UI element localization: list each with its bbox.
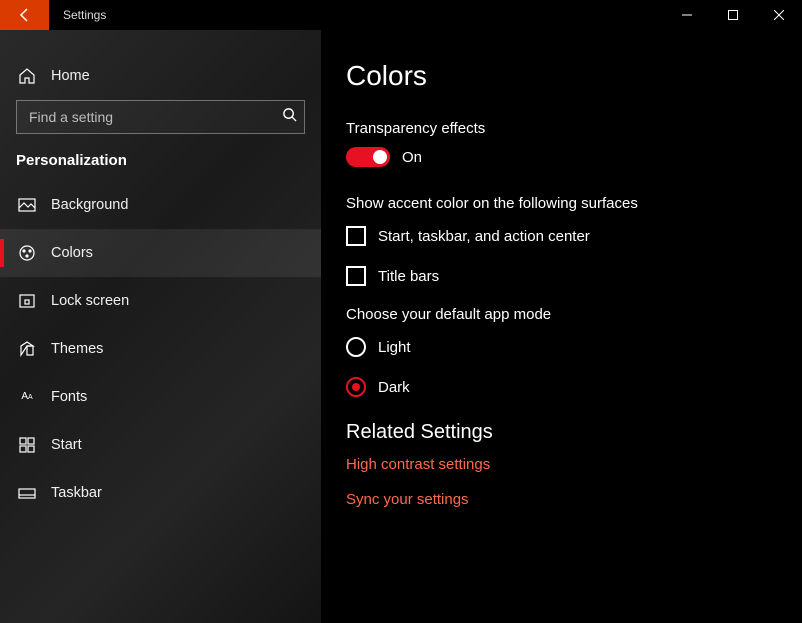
- transparency-label: Transparency effects: [346, 120, 802, 137]
- sidebar-home-label: Home: [51, 68, 90, 84]
- transparency-toggle-row: On: [346, 147, 802, 167]
- maximize-button[interactable]: [710, 0, 756, 30]
- sidebar-item-start[interactable]: Start: [0, 421, 321, 469]
- sidebar-home[interactable]: Home: [0, 52, 321, 100]
- app-mode-label: Dark: [378, 379, 410, 396]
- taskbar-icon: [17, 483, 37, 503]
- sidebar-item-colors[interactable]: Colors: [0, 229, 321, 277]
- transparency-toggle[interactable]: [346, 147, 390, 167]
- themes-icon: [17, 339, 37, 359]
- app-mode-label: Light: [378, 339, 411, 356]
- app-body: Home Personalization Background: [0, 30, 802, 623]
- app-title: Settings: [49, 0, 106, 30]
- sidebar-item-taskbar[interactable]: Taskbar: [0, 469, 321, 517]
- accent-check-start[interactable]: Start, taskbar, and action center: [346, 226, 802, 246]
- link-high-contrast[interactable]: High contrast settings: [346, 456, 802, 473]
- app-mode-heading: Choose your default app mode: [346, 306, 802, 323]
- picture-icon: [17, 195, 37, 215]
- sidebar-item-fonts[interactable]: AA Fonts: [0, 373, 321, 421]
- sidebar-item-label: Lock screen: [51, 293, 129, 309]
- radio-icon: [346, 337, 366, 357]
- sidebar: Home Personalization Background: [0, 30, 321, 623]
- link-sync-settings[interactable]: Sync your settings: [346, 491, 802, 508]
- close-icon: [774, 10, 784, 20]
- related-settings-heading: Related Settings: [346, 421, 802, 444]
- close-button[interactable]: [756, 0, 802, 30]
- transparency-state: On: [402, 149, 422, 166]
- lockscreen-icon: [17, 291, 37, 311]
- maximize-icon: [728, 10, 738, 20]
- search-icon[interactable]: [282, 107, 297, 127]
- sidebar-item-background[interactable]: Background: [0, 181, 321, 229]
- checkbox-icon: [346, 226, 366, 246]
- back-arrow-icon: [17, 7, 33, 23]
- minimize-icon: [682, 10, 692, 20]
- sidebar-item-label: Themes: [51, 341, 103, 357]
- palette-icon: [17, 243, 37, 263]
- page-title: Colors: [346, 60, 802, 92]
- search-container: [0, 100, 321, 152]
- minimize-button[interactable]: [664, 0, 710, 30]
- settings-window: Settings Home: [0, 0, 802, 623]
- accent-check-titlebars[interactable]: Title bars: [346, 266, 802, 286]
- sidebar-item-label: Taskbar: [51, 485, 102, 501]
- content-pane: Colors Transparency effects On Show acce…: [321, 30, 802, 623]
- accent-option-label: Title bars: [378, 268, 439, 285]
- radio-icon: [346, 377, 366, 397]
- sidebar-item-label: Fonts: [51, 389, 87, 405]
- app-mode-light[interactable]: Light: [346, 337, 802, 357]
- checkbox-icon: [346, 266, 366, 286]
- sidebar-item-themes[interactable]: Themes: [0, 325, 321, 373]
- app-mode-dark[interactable]: Dark: [346, 377, 802, 397]
- back-button[interactable]: [0, 0, 49, 30]
- sidebar-item-label: Start: [51, 437, 82, 453]
- toggle-knob: [373, 150, 387, 164]
- sidebar-item-label: Colors: [51, 245, 93, 261]
- title-bar: Settings: [0, 0, 802, 30]
- fonts-icon: AA: [17, 387, 37, 407]
- sidebar-item-label: Background: [51, 197, 128, 213]
- sidebar-section-title: Personalization: [0, 152, 321, 181]
- sidebar-item-lockscreen[interactable]: Lock screen: [0, 277, 321, 325]
- accent-surfaces-heading: Show accent color on the following surfa…: [346, 195, 802, 212]
- search-input[interactable]: [16, 100, 305, 134]
- home-icon: [17, 66, 37, 86]
- start-icon: [17, 435, 37, 455]
- accent-option-label: Start, taskbar, and action center: [378, 228, 590, 245]
